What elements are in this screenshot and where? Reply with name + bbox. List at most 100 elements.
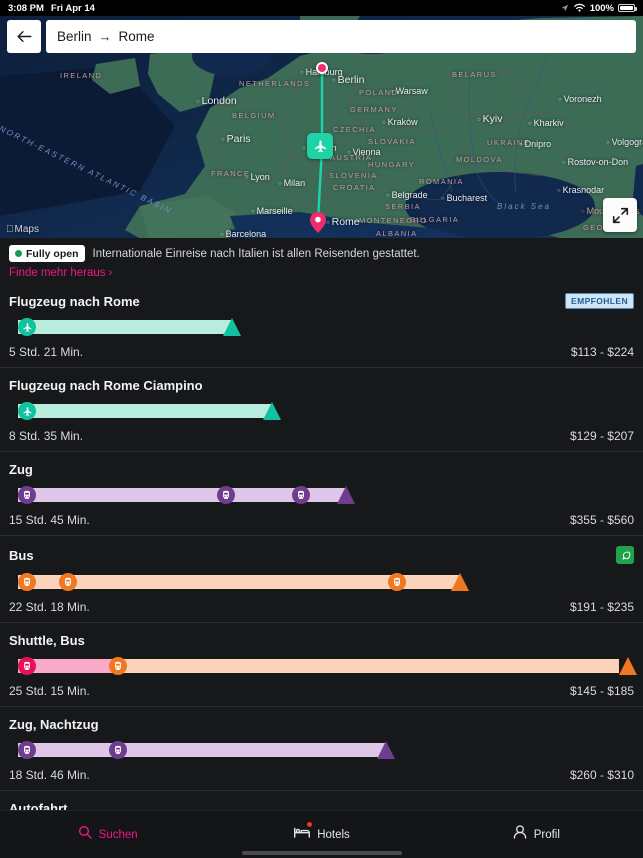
route-price: $355 - $560: [569, 513, 634, 527]
status-time: 3:08 PM: [8, 2, 44, 14]
search-input[interactable]: Berlin → Rome: [46, 20, 636, 53]
banner-status-row: Fully open Internationale Einreise nach …: [9, 245, 634, 262]
route-bar: [9, 402, 634, 420]
battery-percent: 100%: [589, 2, 614, 14]
wifi-icon: [573, 3, 586, 13]
person-icon: [512, 824, 528, 845]
route-title: Flugzeug nach Rome: [9, 293, 140, 309]
tab-profil-label: Profil: [533, 828, 560, 841]
back-arrow-icon: [16, 31, 32, 42]
route-header: Flugzeug nach Rome Ciampino: [9, 378, 634, 393]
tab-hotels-label: Hotels: [317, 828, 350, 841]
route-price: $260 - $310: [569, 768, 634, 782]
find-out-more-label: Finde mehr heraus: [9, 267, 106, 279]
route-option-row[interactable]: Autofahrt: [0, 791, 643, 810]
map-expand-button[interactable]: [603, 198, 637, 232]
map-origin-pin[interactable]: [316, 62, 328, 74]
route-stop-shuttle-icon: [18, 657, 36, 675]
status-date: Fri Apr 14: [50, 2, 95, 14]
route-option-row[interactable]: Bus 22 Std. 18 Min. $191 - $235: [0, 536, 643, 623]
route-duration: 8 Std. 35 Min.: [9, 429, 84, 443]
route-bar: [9, 486, 634, 504]
route-option-row[interactable]: Flugzeug nach Rome EMPFOHLEN 5 Std. 21 M…: [0, 283, 643, 368]
route-duration: 18 Std. 46 Min.: [9, 768, 90, 782]
route-stop-bus-icon: [388, 573, 406, 591]
tab-hotels[interactable]: Hotels: [214, 821, 428, 845]
route-price: $145 - $185: [569, 684, 634, 698]
route-duration: 25 Std. 15 Min.: [9, 684, 90, 698]
route-header: Autofahrt: [9, 801, 634, 810]
route-footer: 8 Std. 35 Min. $129 - $207: [9, 429, 634, 443]
find-out-more-link[interactable]: Finde mehr heraus ›: [9, 267, 634, 279]
route-header: Zug, Nachtzug: [9, 717, 634, 732]
route-stop-train-icon: [18, 486, 36, 504]
route-option-row[interactable]: Zug, Nachtzug 18 Std. 46 Min. $260 - $31…: [0, 707, 643, 791]
route-stop-airplane-icon: [18, 318, 36, 336]
route-option-row[interactable]: Shuttle, Bus 25 Std. 15 Min. $145 - $185: [0, 623, 643, 707]
tab-profil[interactable]: Profil: [429, 824, 643, 845]
route-price: $191 - $235: [569, 600, 634, 614]
notification-dot: [306, 821, 314, 828]
route-header: Zug: [9, 462, 634, 477]
search-icon: [77, 824, 93, 845]
eco-leaf-icon: [621, 551, 630, 560]
route-stop-airplane-icon: [18, 402, 36, 420]
route-options-list[interactable]: Flugzeug nach Rome EMPFOHLEN 5 Std. 21 M…: [0, 283, 643, 810]
route-duration: 22 Std. 18 Min.: [9, 600, 90, 614]
battery-full-icon: [618, 3, 637, 13]
route-footer: 25 Std. 15 Min. $145 - $185: [9, 684, 634, 698]
location-arrow-icon: [561, 4, 569, 12]
route-title: Flugzeug nach Rome Ciampino: [9, 378, 203, 393]
route-header: Shuttle, Bus: [9, 633, 634, 648]
route-bar: [9, 318, 634, 336]
route-option-row[interactable]: Zug 15 Std. 45 Min. $355 - $560: [0, 452, 643, 536]
status-bar-left: 3:08 PM Fri Apr 14: [8, 3, 95, 14]
status-badge-label: Fully open: [26, 247, 79, 260]
route-stop-bus-icon: [109, 657, 127, 675]
route-footer: 18 Std. 46 Min. $260 - $310: [9, 768, 634, 782]
status-dot-icon: [15, 250, 22, 257]
bed-icon: [293, 821, 314, 845]
search-destination: Rome: [118, 29, 155, 44]
status-bar: 3:08 PM Fri Apr 14 100%: [0, 0, 643, 16]
route-duration: 15 Std. 45 Min.: [9, 513, 90, 527]
route-bar: [9, 741, 634, 759]
bottom-tab-bar: Suchen Hotels Profil: [0, 810, 643, 858]
banner-description: Internationale Einreise nach Italien ist…: [92, 247, 420, 260]
status-bar-right: 100%: [561, 2, 637, 14]
route-duration: 5 Std. 21 Min.: [9, 345, 84, 359]
route-title: Bus: [9, 547, 34, 563]
route-option-row[interactable]: Flugzeug nach Rome Ciampino 8 Std. 35 Mi…: [0, 368, 643, 452]
route-price: $113 - $224: [570, 345, 634, 359]
map-destination-pin[interactable]: [310, 212, 326, 238]
route-stop-train-icon: [18, 741, 36, 759]
chevron-right-icon: ›: [108, 267, 113, 279]
eco-friendly-badge[interactable]: [616, 546, 634, 564]
recommended-badge: EMPFOHLEN: [565, 293, 634, 309]
expand-diagonal-icon: [612, 207, 628, 223]
map-mode-airplane-icon[interactable]: [307, 133, 333, 159]
route-header: Flugzeug nach Rome EMPFOHLEN: [9, 293, 634, 309]
route-footer: 22 Std. 18 Min. $191 - $235: [9, 600, 634, 614]
app-root: 3:08 PM Fri Apr 14 100% ○ London ○ Paris…: [0, 0, 643, 858]
route-title: Autofahrt: [9, 801, 68, 810]
route-footer: 5 Std. 21 Min. $113 - $224: [9, 345, 634, 359]
tab-suchen-label: Suchen: [98, 828, 138, 841]
search-bar: Berlin → Rome: [7, 20, 636, 53]
route-title: Zug: [9, 462, 33, 477]
search-origin: Berlin: [57, 29, 92, 44]
route-stop-train-icon: [109, 741, 127, 759]
status-badge: Fully open: [9, 245, 85, 262]
travel-restrictions-banner: Fully open Internationale Einreise nach …: [0, 240, 643, 287]
route-stop-train-icon: [292, 486, 310, 504]
back-button[interactable]: [7, 20, 41, 53]
route-footer: 15 Std. 45 Min. $355 - $560: [9, 513, 634, 527]
tab-suchen[interactable]: Suchen: [0, 824, 214, 845]
search-arrow-icon: →: [98, 29, 112, 44]
route-stop-bus-icon: [18, 573, 36, 591]
route-title: Shuttle, Bus: [9, 633, 85, 648]
route-title: Zug, Nachtzug: [9, 717, 99, 732]
route-bar: [9, 657, 637, 675]
route-price: $129 - $207: [569, 429, 634, 443]
home-indicator[interactable]: [241, 851, 402, 855]
